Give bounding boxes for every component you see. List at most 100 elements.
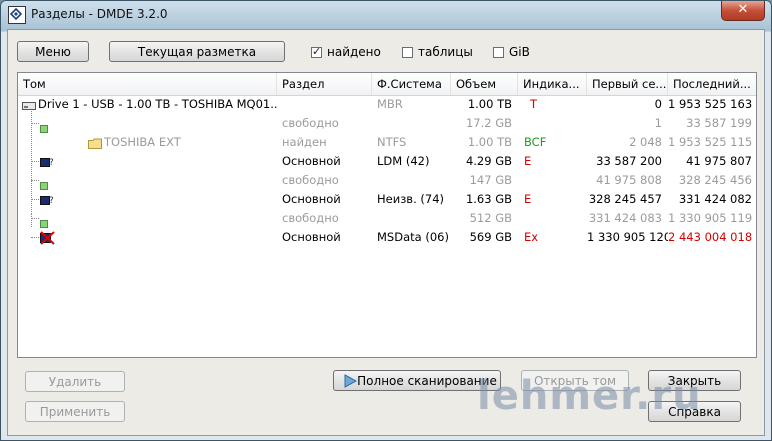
table-row[interactable]: ? Основной LDM (42) 4.29 GB E 33 587 200 41 97… <box>18 152 756 171</box>
free-space-icon <box>40 215 48 228</box>
cell-first: 1 330 905 120 <box>587 230 668 244</box>
cell-ind: T <box>530 97 538 111</box>
cell-fs <box>372 114 451 133</box>
svg-text:?: ? <box>49 196 54 206</box>
gib-checkbox-box[interactable] <box>493 46 504 58</box>
column-header-fs[interactable]: Ф.Система <box>372 73 451 95</box>
column-header-last-sector[interactable]: Последний... <box>668 73 756 95</box>
cell-ind: E <box>524 192 532 206</box>
apply-button[interactable]: Применить <box>25 401 125 422</box>
cell-tom <box>18 171 277 190</box>
table-row[interactable]: ? Основной Неизв. (74) 1.63 GB E 328 245 457 3… <box>18 190 756 209</box>
column-header-razdel[interactable]: Раздел <box>277 73 372 95</box>
found-checkbox-label: найдено <box>327 45 381 59</box>
cell-ind <box>518 209 587 228</box>
partition-unknown-icon: ? <box>40 155 56 171</box>
table-header: Том Раздел Ф.Система Объем Индика... Пер… <box>18 73 756 96</box>
cell-ind: E <box>524 154 532 168</box>
folder-icon <box>88 136 102 152</box>
cell-first: 0 <box>654 97 662 111</box>
column-header-first-sector[interactable]: Первый се... <box>587 73 668 95</box>
found-checkbox-box[interactable] <box>311 45 322 58</box>
cell-last: 1 953 525 163 <box>668 97 753 111</box>
cell-first: 41 975 808 <box>596 173 662 187</box>
cell-tom: ? <box>18 190 277 209</box>
free-space-icon <box>40 177 48 190</box>
cell-fs <box>372 209 451 228</box>
cell-first: 1 <box>654 116 662 130</box>
cell-size: 1.63 GB <box>465 192 512 206</box>
cell-fs: Неизв. (74) <box>377 192 445 206</box>
table-row[interactable]: свободно 512 GB 331 424 083 1 330 905 119 <box>18 209 756 228</box>
current-layout-button[interactable]: Текущая разметка <box>109 41 285 62</box>
partition-unknown-icon: ? <box>40 193 56 209</box>
tree-connector <box>31 218 39 219</box>
cell-ind: Ex <box>524 230 539 244</box>
cell-size: 1.00 TB <box>467 97 512 111</box>
cell-size: 17.2 GB <box>465 116 512 130</box>
dmde-app-icon <box>8 6 26 24</box>
cell-size: 569 GB <box>469 230 512 244</box>
column-header-tom[interactable]: Том <box>18 73 277 95</box>
full-scan-button[interactable]: Полное сканирование <box>333 370 501 391</box>
cell-tom <box>18 228 277 247</box>
cell-razdel: Основной <box>282 192 341 206</box>
cell-razdel: свободно <box>282 116 339 130</box>
table-row[interactable]: свободно 17.2 GB 1 33 587 199 <box>18 114 756 133</box>
drive-icon <box>22 98 36 114</box>
cell-ind <box>518 171 587 190</box>
table-row[interactable]: Drive 1 - USB - 1.00 TB - TOSHIBA MQ01..… <box>18 95 756 114</box>
cell-fs: LDM (42) <box>377 154 430 168</box>
delete-button[interactable]: Удалить <box>25 371 125 392</box>
free-space-icon <box>40 120 48 133</box>
cell-last: 1 953 525 115 <box>668 135 753 149</box>
cell-first: 2 048 <box>629 135 662 149</box>
tree-connector <box>31 161 39 162</box>
table-row[interactable]: Основной MSData (06) 569 GB Ex 1 330 905 120… <box>18 228 756 247</box>
gib-checkbox[interactable]: GiB <box>493 45 530 59</box>
menu-button[interactable]: Меню <box>17 41 89 62</box>
cell-tom: Drive 1 - USB - 1.00 TB - TOSHIBA MQ01..… <box>18 95 277 114</box>
site-watermark: lehmer.ru <box>477 373 702 419</box>
table-row[interactable]: свободно 147 GB 41 975 808 328 245 456 <box>18 171 756 190</box>
cell-razdel: найден <box>282 135 327 149</box>
tree-connector <box>31 123 39 124</box>
cell-last: 2 443 004 018 <box>668 230 753 244</box>
window-close-button[interactable]: ✕ <box>721 1 765 21</box>
cell-fs: MBR <box>377 97 403 111</box>
partitions-table[interactable]: Том Раздел Ф.Система Объем Индика... Пер… <box>17 72 757 358</box>
table-row[interactable]: TOSHIBA EXT найден NTFS 1.00 TB BCF 2 048 1 95… <box>18 133 756 152</box>
partition-error-icon <box>40 231 56 247</box>
cell-tom <box>18 209 277 228</box>
cell-razdel <box>277 95 372 114</box>
cell-fs: MSData (06) <box>377 230 449 244</box>
tables-checkbox-box[interactable] <box>402 46 413 58</box>
cell-first: 331 424 083 <box>588 211 662 225</box>
cell-tom <box>18 114 277 133</box>
found-checkbox[interactable]: найдено <box>311 45 381 59</box>
tree-connector <box>31 180 39 181</box>
cell-fs <box>372 171 451 190</box>
column-header-size[interactable]: Объем <box>451 73 518 95</box>
tables-checkbox[interactable]: таблицы <box>402 45 473 59</box>
cell-ind <box>518 114 587 133</box>
svg-text:?: ? <box>49 158 54 168</box>
full-scan-label: Полное сканирование <box>357 374 497 388</box>
tree-connector <box>31 237 39 238</box>
column-header-indicator[interactable]: Индика... <box>518 73 587 95</box>
tables-checkbox-label: таблицы <box>418 45 473 59</box>
cell-ind: BCF <box>524 135 547 149</box>
cell-razdel: свободно <box>282 211 339 225</box>
cell-first: 33 587 200 <box>596 154 662 168</box>
cell-razdel: Основной <box>282 230 341 244</box>
cell-last: 41 975 807 <box>686 154 752 168</box>
cell-fs: NTFS <box>377 135 407 149</box>
title-bar[interactable]: Разделы - DMDE 3.2.0 ✕ <box>1 1 771 29</box>
tree-connector <box>31 199 39 200</box>
cell-last: 328 245 456 <box>678 173 752 187</box>
cell-last: 1 330 905 119 <box>668 211 753 225</box>
window-title: Разделы - DMDE 3.2.0 <box>31 7 168 21</box>
dmde-window: Разделы - DMDE 3.2.0 ✕ Меню Текущая разм… <box>0 0 772 441</box>
cell-first: 328 245 457 <box>588 192 662 206</box>
cell-tom: ? <box>18 152 277 171</box>
